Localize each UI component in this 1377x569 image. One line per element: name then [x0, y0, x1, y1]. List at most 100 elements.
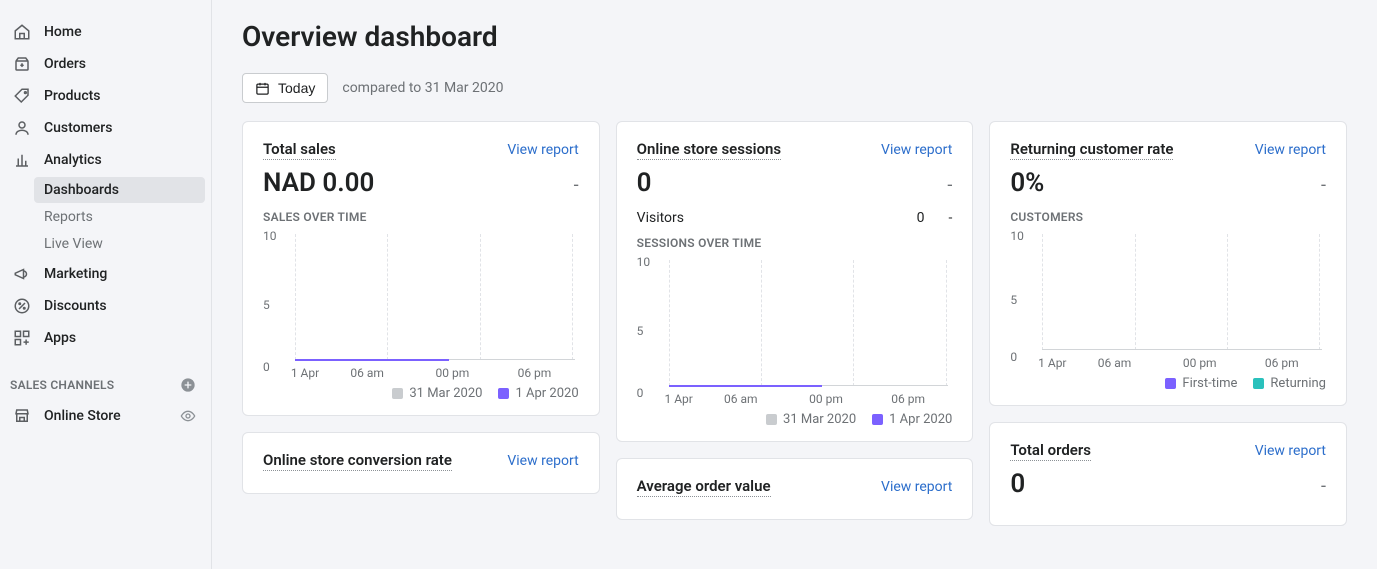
y-tick: 5: [1010, 293, 1017, 307]
home-icon: [12, 22, 32, 42]
swatch-returning: [1253, 378, 1264, 389]
card-conversion-rate: Online store conversion rate View report: [242, 432, 600, 494]
y-tick: 0: [637, 386, 644, 400]
subnav-live-view[interactable]: Live View: [34, 231, 205, 257]
channel-online-store: Online Store: [0, 400, 211, 432]
chart-legend: 31 Mar 2020 1 Apr 2020: [263, 386, 579, 401]
section-label: SALES CHANNELS: [10, 378, 114, 392]
x-tick: 1 Apr: [1038, 356, 1066, 370]
tag-icon: [12, 86, 32, 106]
sidebar-item-discounts[interactable]: Discounts: [0, 290, 211, 322]
orders-icon: [12, 54, 32, 74]
swatch-cur: [872, 414, 883, 425]
sales-channels-header: SALES CHANNELS: [0, 354, 211, 400]
view-report-link[interactable]: View report: [1255, 142, 1326, 158]
x-tick: 00 pm: [436, 366, 470, 380]
legend-label: Returning: [1270, 376, 1326, 391]
view-report-link[interactable]: View report: [881, 142, 952, 158]
y-tick: 0: [1010, 350, 1017, 364]
x-tick: 06 am: [724, 392, 758, 406]
metric-value: 0%: [1010, 168, 1044, 198]
x-tick: 06 pm: [891, 392, 925, 406]
card-title: Total sales: [263, 140, 336, 160]
sidebar-item-analytics[interactable]: Analytics: [0, 144, 211, 176]
visitors-delta: -: [948, 210, 952, 226]
sidebar-item-home[interactable]: Home: [0, 16, 211, 48]
metric-value: 0: [1010, 469, 1025, 499]
sessions-over-time-chart: 10 5 0 1 Apr 06 am 00 pm 06 pm: [637, 256, 953, 406]
card-title: Returning customer rate: [1010, 140, 1173, 160]
chart-legend: 31 Mar 2020 1 Apr 2020: [637, 412, 953, 427]
sidebar-item-products[interactable]: Products: [0, 80, 211, 112]
channel-label[interactable]: Online Store: [44, 408, 179, 424]
date-range-button[interactable]: Today: [242, 73, 328, 103]
apps-icon: [12, 328, 32, 348]
subnav-reports[interactable]: Reports: [34, 204, 205, 230]
metric-delta: -: [1321, 175, 1326, 196]
chart-overline: CUSTOMERS: [1010, 210, 1326, 224]
y-tick: 5: [637, 324, 644, 338]
metric-value: NAD 0.00: [263, 168, 374, 198]
view-report-link[interactable]: View report: [881, 479, 952, 495]
swatch-prev: [392, 388, 403, 399]
legend-label: 31 Mar 2020: [409, 386, 482, 401]
swatch-first-time: [1165, 378, 1176, 389]
add-channel-button[interactable]: [179, 376, 197, 394]
metric-delta: -: [1321, 476, 1326, 497]
card-total-sales: Total sales View report NAD 0.00 - SALES…: [242, 121, 600, 416]
calendar-icon: [255, 81, 270, 96]
sales-over-time-chart: 10 5 0 1 Apr 06 am 00 pm 06 pm: [263, 230, 579, 380]
legend-label: 1 Apr 2020: [889, 412, 952, 427]
chart-legend: First-time Returning: [1010, 376, 1326, 391]
discount-icon: [12, 296, 32, 316]
x-tick: 06 am: [1098, 356, 1132, 370]
person-icon: [12, 118, 32, 138]
x-tick: 00 pm: [809, 392, 843, 406]
analytics-icon: [12, 150, 32, 170]
subnav-dashboards[interactable]: Dashboards: [34, 177, 205, 203]
x-tick: 00 pm: [1183, 356, 1217, 370]
card-title: Online store sessions: [637, 140, 782, 160]
sidebar-item-label: Analytics: [44, 152, 102, 168]
sidebar: Home Orders Products Customers Analytics…: [0, 0, 212, 569]
x-tick: 06 pm: [1265, 356, 1299, 370]
store-icon: [12, 406, 32, 426]
x-tick: 06 am: [350, 366, 384, 380]
card-title: Online store conversion rate: [263, 451, 452, 471]
metric-delta: -: [574, 175, 579, 196]
sidebar-item-label: Marketing: [44, 266, 107, 282]
y-tick: 5: [263, 298, 270, 312]
sidebar-item-label: Orders: [44, 56, 86, 72]
card-title: Total orders: [1010, 441, 1091, 461]
card-returning-rate: Returning customer rate View report 0% -…: [989, 121, 1347, 406]
customers-chart: 10 5 0 1 Apr 06 am 00 pm 06 pm: [1010, 230, 1326, 370]
visitors-value: 0: [917, 210, 925, 226]
visitors-label: Visitors: [637, 210, 684, 226]
swatch-prev: [766, 414, 777, 425]
view-report-link[interactable]: View report: [507, 453, 578, 469]
y-tick: 10: [637, 255, 651, 269]
view-report-link[interactable]: View report: [1255, 443, 1326, 459]
chart-overline: SALES OVER TIME: [263, 210, 579, 224]
chart-overline: SESSIONS OVER TIME: [637, 236, 953, 250]
y-tick: 0: [263, 360, 270, 374]
analytics-subnav: Dashboards Reports Live View: [0, 177, 211, 257]
sidebar-item-label: Discounts: [44, 298, 107, 314]
view-report-link[interactable]: View report: [507, 142, 578, 158]
eye-icon[interactable]: [179, 407, 197, 425]
sidebar-item-customers[interactable]: Customers: [0, 112, 211, 144]
x-tick: 06 pm: [518, 366, 552, 380]
y-tick: 10: [263, 229, 277, 243]
card-avg-order: Average order value View report: [616, 458, 974, 520]
sidebar-item-apps[interactable]: Apps: [0, 322, 211, 354]
controls-row: Today compared to 31 Mar 2020: [242, 73, 1347, 103]
x-tick: 1 Apr: [664, 392, 692, 406]
metric-delta: -: [947, 175, 952, 196]
megaphone-icon: [12, 264, 32, 284]
cards-grid: Total sales View report NAD 0.00 - SALES…: [242, 121, 1347, 526]
sidebar-item-label: Apps: [44, 330, 76, 346]
sidebar-item-marketing[interactable]: Marketing: [0, 258, 211, 290]
page-title: Overview dashboard: [242, 20, 1347, 53]
sidebar-item-orders[interactable]: Orders: [0, 48, 211, 80]
sidebar-item-label: Products: [44, 88, 101, 104]
